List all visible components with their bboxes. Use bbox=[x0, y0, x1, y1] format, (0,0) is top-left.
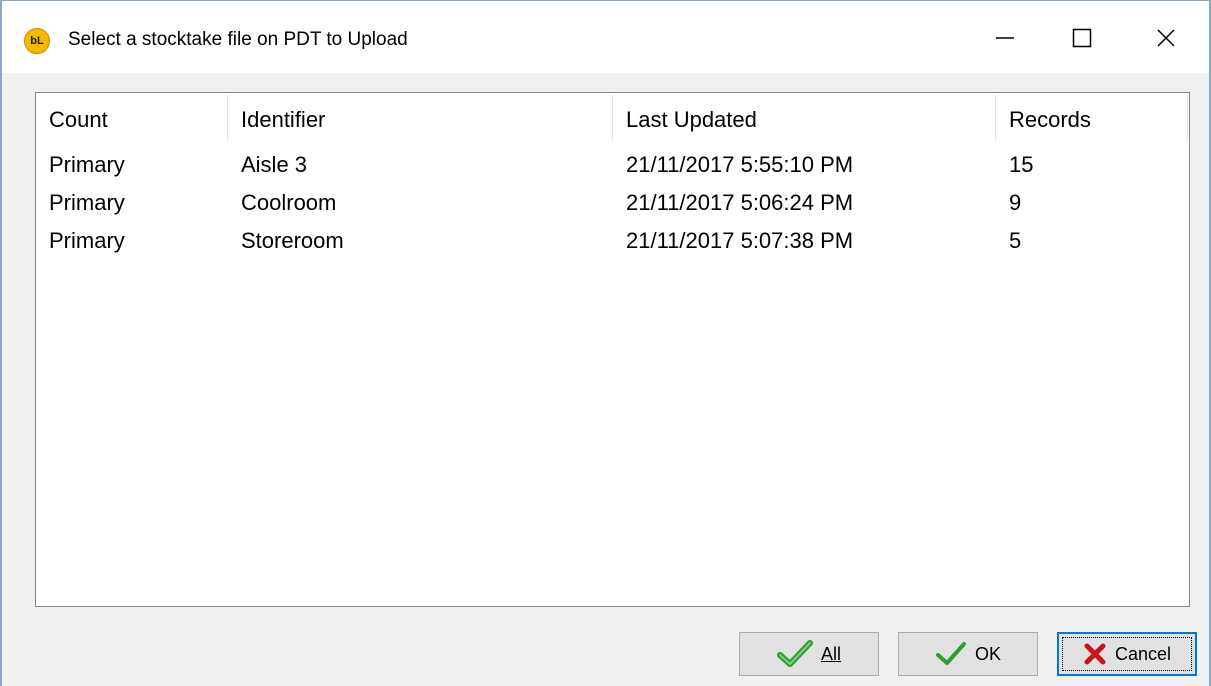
dialog-window: bL Select a stocktake file on PDT to Upl… bbox=[0, 0, 1211, 686]
ok-button[interactable]: OK bbox=[898, 632, 1038, 676]
cell-records: 5 bbox=[1009, 228, 1022, 253]
list-header: Count Identifier Last Updated Records bbox=[36, 93, 1189, 145]
cancel-button[interactable]: Cancel bbox=[1057, 632, 1197, 676]
column-header-records[interactable]: Records bbox=[996, 93, 1188, 145]
cell-count: Primary bbox=[49, 228, 125, 253]
close-button[interactable] bbox=[1143, 15, 1189, 61]
window-title: Select a stocktake file on PDT to Upload bbox=[68, 29, 408, 50]
title-bar[interactable]: bL Select a stocktake file on PDT to Upl… bbox=[2, 1, 1209, 73]
list-row[interactable]: Primary Coolroom 21/11/2017 5:06:24 PM 9 bbox=[36, 183, 1189, 223]
focus-indicator bbox=[1062, 637, 1192, 671]
check-icon bbox=[776, 640, 813, 667]
column-header-count[interactable]: Count bbox=[36, 93, 228, 145]
select-all-button[interactable]: All bbox=[739, 632, 879, 676]
close-icon bbox=[1157, 29, 1175, 47]
maximize-icon bbox=[1072, 28, 1092, 48]
cell-count: Primary bbox=[49, 152, 125, 177]
cell-records: 15 bbox=[1009, 152, 1034, 177]
cell-last-updated: 21/11/2017 5:07:38 PM bbox=[626, 228, 854, 253]
cell-last-updated: 21/11/2017 5:55:10 PM bbox=[626, 152, 854, 177]
maximize-button[interactable] bbox=[1059, 15, 1105, 61]
ok-label: OK bbox=[974, 643, 1001, 664]
minimize-icon bbox=[996, 37, 1014, 39]
select-all-label: All bbox=[820, 643, 841, 664]
cell-records: 9 bbox=[1009, 190, 1022, 215]
cell-last-updated: 21/11/2017 5:06:24 PM bbox=[626, 190, 854, 215]
list-row[interactable]: Primary Aisle 3 21/11/2017 5:55:10 PM 15 bbox=[36, 145, 1189, 185]
column-divider[interactable] bbox=[1187, 95, 1188, 141]
cell-count: Primary bbox=[49, 190, 125, 215]
cell-identifier: Coolroom bbox=[241, 190, 337, 215]
minimize-button[interactable] bbox=[982, 15, 1028, 61]
app-logo-icon: bL bbox=[24, 28, 50, 54]
column-header-identifier[interactable]: Identifier bbox=[228, 93, 613, 145]
cell-identifier: Aisle 3 bbox=[241, 152, 308, 177]
column-header-last-updated[interactable]: Last Updated bbox=[613, 93, 996, 145]
cell-identifier: Storeroom bbox=[241, 228, 344, 253]
check-icon bbox=[935, 642, 966, 665]
stocktake-file-list[interactable]: Count Identifier Last Updated Records Pr… bbox=[35, 92, 1190, 607]
list-row[interactable]: Primary Storeroom 21/11/2017 5:07:38 PM … bbox=[36, 221, 1189, 261]
